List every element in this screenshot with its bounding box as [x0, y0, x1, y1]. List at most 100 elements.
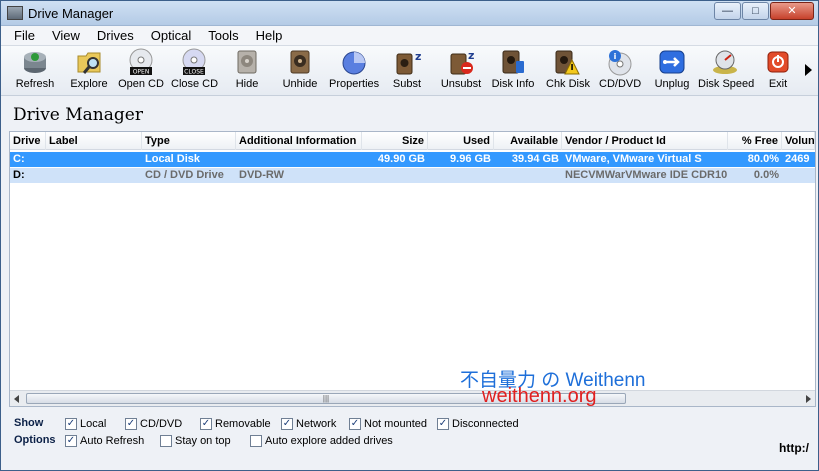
drive-manager-window: Drive Manager — □ ✕ File View Drives Opt…	[0, 0, 819, 471]
cell-type: Local Disk	[145, 153, 201, 165]
options-label: Options	[14, 434, 56, 446]
cell-available	[494, 168, 562, 183]
checkbox-network[interactable]: ✓ Network	[281, 417, 336, 431]
menu-bar: File View Drives Optical Tools Help	[1, 26, 818, 46]
subst-button[interactable]: z Subst	[389, 48, 425, 94]
unsubst-button[interactable]: z Unsubst	[439, 48, 483, 94]
hide-drive-icon	[233, 48, 261, 76]
checkbox-local[interactable]: ✓ Local	[65, 417, 106, 431]
drive-list[interactable]: Drive Label Type Additional Information …	[9, 131, 816, 407]
explore-button[interactable]: Explore	[67, 48, 111, 94]
menu-optical[interactable]: Optical	[142, 28, 199, 43]
cd-dvd-button[interactable]: i CD/DVD	[599, 48, 641, 94]
checkbox-not-mounted[interactable]: ✓ Not mounted	[349, 417, 427, 431]
close-cd-icon: CLOSE	[180, 48, 208, 76]
unsubst-icon: z	[447, 48, 475, 76]
col-drive[interactable]: Drive	[10, 132, 46, 150]
cell-info	[236, 152, 362, 167]
cell-used: 9.96 GB	[450, 153, 491, 165]
cell-size: 49.90 GB	[377, 153, 425, 165]
col-size[interactable]: Size	[362, 132, 428, 150]
unplug-icon	[658, 48, 686, 76]
checkbox-check-icon: ✓	[65, 418, 77, 430]
col-used[interactable]: Used	[428, 132, 494, 150]
table-row[interactable]: D: CD / DVD Drive DVD-RW NECVMWarVMware …	[10, 168, 815, 183]
window-controls: — □ ✕	[713, 2, 814, 20]
scroll-right-icon[interactable]	[806, 395, 811, 403]
disk-speed-icon	[711, 48, 739, 76]
disk-info-icon	[499, 48, 527, 76]
cell-used	[428, 168, 494, 183]
cell-drive: D:	[13, 169, 25, 181]
scroll-left-icon[interactable]	[14, 395, 19, 403]
col-available[interactable]: Available	[494, 132, 562, 150]
exit-icon	[764, 48, 792, 76]
cell-available: 39.94 GB	[511, 153, 559, 165]
unhide-button[interactable]: Unhide	[281, 48, 319, 94]
unhide-drive-icon	[286, 48, 314, 76]
cell-type: CD / DVD Drive	[145, 169, 224, 181]
svg-text:i: i	[614, 52, 617, 61]
table-row[interactable]: C: Local Disk 49.90 GB 9.96 GB 39.94 GB …	[10, 152, 815, 167]
unplug-button[interactable]: Unplug	[652, 48, 692, 94]
title-bar[interactable]: Drive Manager — □ ✕	[1, 1, 818, 26]
col-volume[interactable]: Volun	[782, 132, 815, 150]
minimize-button[interactable]: —	[714, 2, 741, 20]
cell-vendor: VMware, VMware Virtual S	[565, 153, 702, 165]
checkbox-auto-refresh[interactable]: ✓ Auto Refresh	[65, 434, 144, 448]
checkbox-cd-dvd[interactable]: ✓ CD/DVD	[125, 417, 182, 431]
explore-icon	[75, 48, 103, 76]
col-type[interactable]: Type	[142, 132, 236, 150]
menu-tools[interactable]: Tools	[199, 28, 246, 43]
checkbox-removable[interactable]: ✓ Removable	[200, 417, 271, 431]
col-percent-free[interactable]: % Free	[728, 132, 782, 150]
open-cd-button[interactable]: OPEN Open CD	[118, 48, 164, 94]
col-vendor-product-id[interactable]: Vendor / Product Id	[562, 132, 728, 150]
cell-drive: C:	[13, 153, 25, 165]
chk-disk-icon	[552, 48, 580, 76]
refresh-icon	[21, 48, 49, 76]
app-icon	[7, 6, 23, 20]
svg-text:z: z	[468, 49, 474, 62]
checkbox-check-icon: ✓	[437, 418, 449, 430]
svg-text:CLOSE: CLOSE	[184, 69, 204, 76]
menu-file[interactable]: File	[5, 28, 43, 43]
close-cd-button[interactable]: CLOSE Close CD	[171, 48, 218, 94]
close-button[interactable]: ✕	[770, 2, 814, 20]
open-cd-icon: OPEN	[127, 48, 155, 76]
svg-text:z: z	[415, 50, 421, 63]
cell-size	[362, 168, 428, 183]
cell-free: 0.0%	[753, 169, 779, 181]
maximize-button[interactable]: □	[742, 2, 769, 20]
col-additional-information[interactable]: Additional Information	[236, 132, 362, 150]
checkbox-empty	[160, 435, 172, 447]
checkbox-check-icon: ✓	[125, 418, 137, 430]
checkbox-check-icon: ✓	[349, 418, 361, 430]
hide-button[interactable]: Hide	[229, 48, 265, 94]
horizontal-scrollbar[interactable]: |||	[10, 390, 815, 406]
cell-info: DVD-RW	[239, 169, 285, 181]
exit-button[interactable]: Exit	[764, 48, 792, 94]
checkbox-auto-explore[interactable]: Auto explore added drives	[250, 434, 393, 448]
cell-volume	[782, 168, 815, 183]
cell-label	[46, 152, 142, 167]
menu-help[interactable]: Help	[247, 28, 291, 43]
subst-icon: z	[393, 48, 421, 76]
show-label: Show	[14, 417, 44, 429]
window-title: Drive Manager	[28, 6, 114, 21]
chk-disk-button[interactable]: Chk Disk	[546, 48, 590, 94]
status-url: http:/	[779, 441, 809, 455]
svg-text:OPEN: OPEN	[133, 69, 150, 76]
disk-speed-button[interactable]: Disk Speed	[698, 48, 754, 94]
checkbox-empty	[250, 435, 262, 447]
menu-drives[interactable]: Drives	[88, 28, 142, 43]
disk-info-button[interactable]: Disk Info	[491, 48, 535, 94]
checkbox-disconnected[interactable]: ✓ Disconnected	[437, 417, 519, 431]
toolbar-overflow-arrow-icon[interactable]	[805, 64, 812, 76]
col-label[interactable]: Label	[46, 132, 142, 150]
checkbox-stay-on-top[interactable]: Stay on top	[160, 434, 231, 448]
refresh-button[interactable]: Refresh	[13, 48, 57, 94]
properties-button[interactable]: Properties	[329, 48, 379, 94]
list-header: Drive Label Type Additional Information …	[10, 132, 815, 150]
menu-view[interactable]: View	[43, 28, 88, 43]
